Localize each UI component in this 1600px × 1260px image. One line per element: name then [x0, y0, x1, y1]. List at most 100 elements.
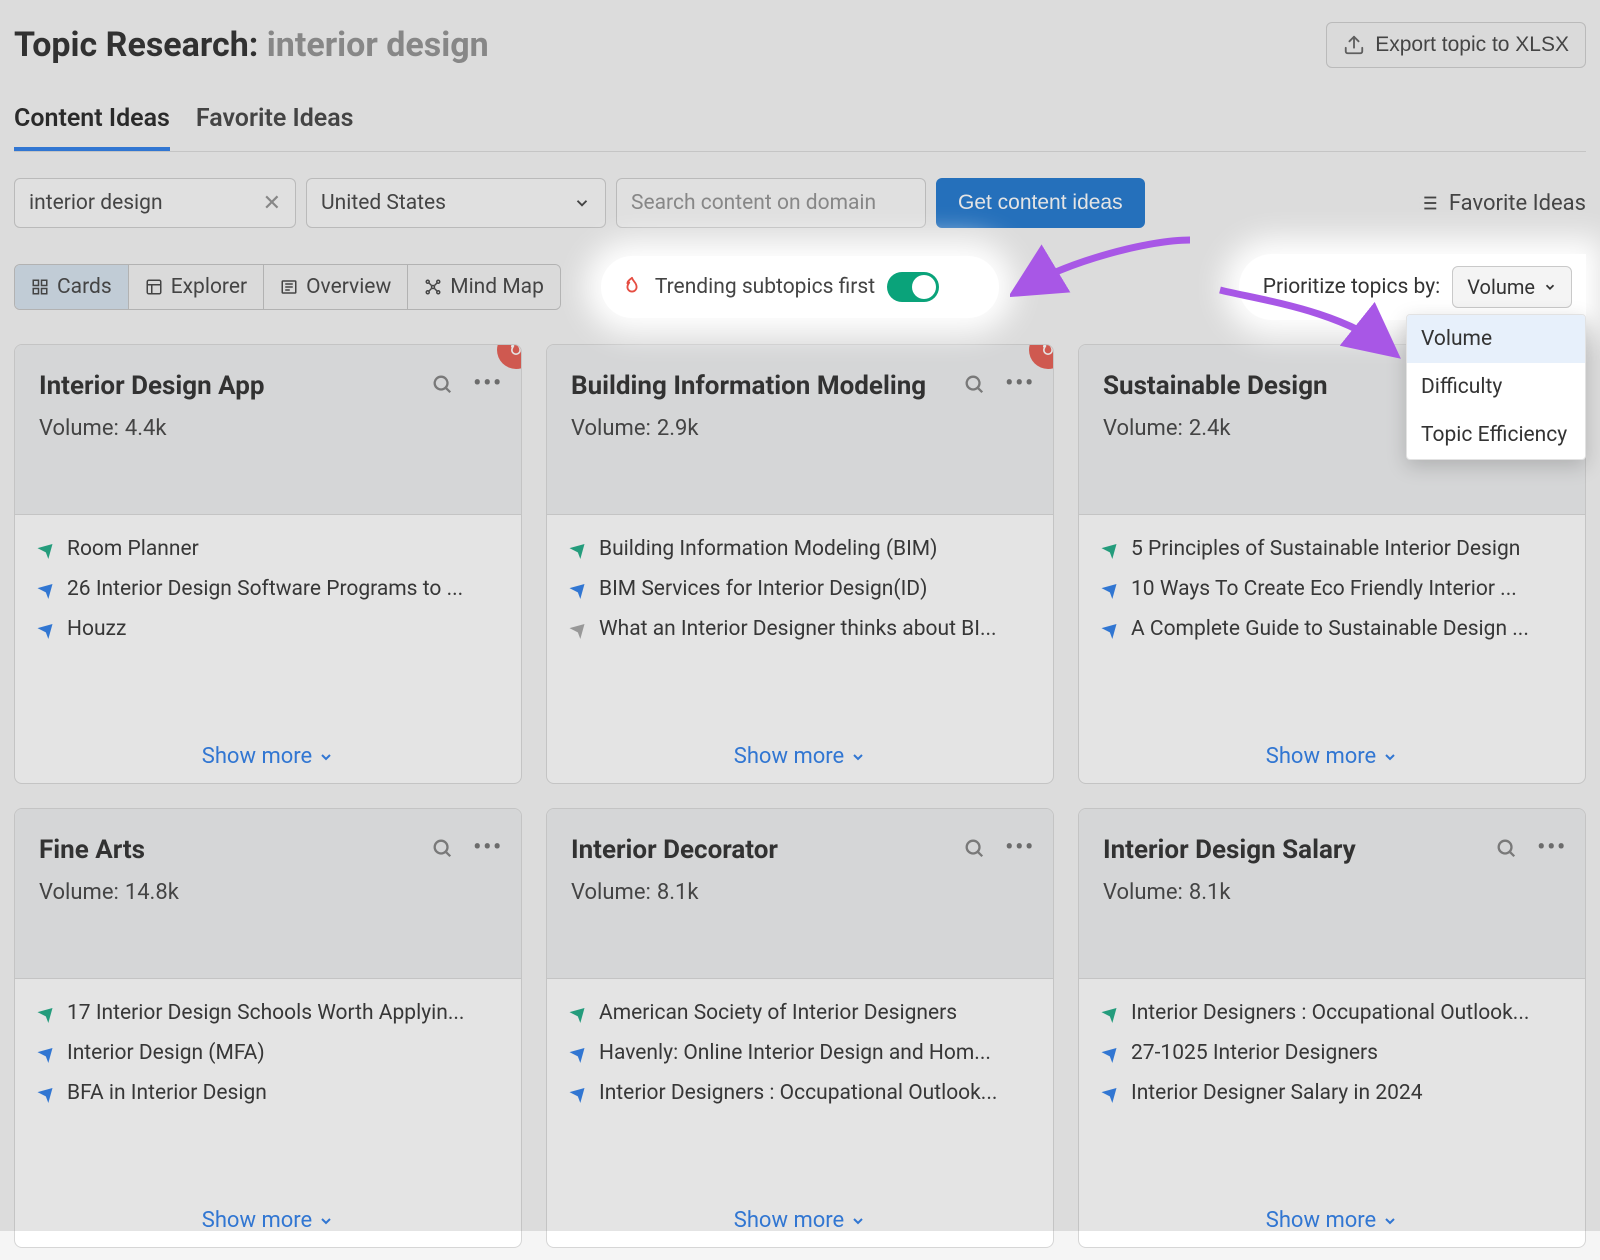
megaphone-icon: [35, 579, 55, 599]
card-item-text: Havenly: Online Interior Design and Hom.…: [599, 1041, 991, 1065]
megaphone-icon: [567, 1083, 587, 1103]
export-label: Export topic to XLSX: [1375, 33, 1569, 57]
more-icon[interactable]: •••: [1005, 835, 1035, 860]
megaphone-icon: [567, 579, 587, 599]
card-item-text: Room Planner: [67, 537, 199, 561]
dropdown-item-difficulty[interactable]: Difficulty: [1407, 363, 1585, 411]
show-more-link[interactable]: Show more: [1079, 1194, 1585, 1247]
card-item-text: 10 Ways To Create Eco Friendly Interior …: [1131, 577, 1517, 601]
view-mode-toggle: Cards Explorer Overview Mind Map: [14, 264, 561, 310]
card-item[interactable]: A Complete Guide to Sustainable Design .…: [1099, 617, 1565, 641]
card-item[interactable]: Building Information Modeling (BIM): [567, 537, 1033, 561]
card-item[interactable]: American Society of Interior Designers: [567, 1001, 1033, 1025]
title-topic: interior design: [267, 25, 489, 65]
view-explorer[interactable]: Explorer: [129, 265, 264, 309]
card-title[interactable]: Building Information Modeling: [571, 369, 926, 404]
card-volume: Volume:2.9k: [571, 416, 1029, 441]
favorite-link-label: Favorite Ideas: [1449, 191, 1586, 216]
main-tabs: Content Ideas Favorite Ideas: [14, 104, 1586, 152]
card-title[interactable]: Interior Design Salary: [1103, 833, 1356, 868]
chevron-down-icon: [573, 194, 591, 212]
tab-favorite-ideas[interactable]: Favorite Ideas: [196, 104, 354, 151]
more-icon[interactable]: •••: [1005, 371, 1035, 396]
card-item-text: Houzz: [67, 617, 126, 641]
clear-icon[interactable]: ✕: [263, 191, 281, 216]
prioritize-wrap: Prioritize topics by: Volume Volume Diff…: [1239, 254, 1586, 320]
megaphone-icon: [35, 1083, 55, 1103]
keyword-input[interactable]: interior design ✕: [14, 178, 296, 228]
keyword-value: interior design: [29, 191, 163, 215]
search-icon[interactable]: [431, 373, 453, 395]
card-item[interactable]: Interior Design (MFA): [35, 1041, 501, 1065]
favorite-ideas-link[interactable]: Favorite Ideas: [1417, 191, 1586, 216]
card-title[interactable]: Sustainable Design: [1103, 369, 1328, 404]
explorer-icon: [145, 278, 163, 296]
megaphone-icon: [35, 1003, 55, 1023]
trending-toggle[interactable]: [887, 272, 939, 302]
card-title[interactable]: Interior Decorator: [571, 833, 778, 868]
card-item[interactable]: Interior Designers : Occupational Outloo…: [567, 1081, 1033, 1105]
card-item[interactable]: Havenly: Online Interior Design and Hom.…: [567, 1041, 1033, 1065]
more-icon[interactable]: •••: [1537, 835, 1567, 860]
megaphone-icon: [567, 1003, 587, 1023]
card-item[interactable]: Interior Designers : Occupational Outloo…: [1099, 1001, 1565, 1025]
domain-placeholder: Search content on domain: [631, 191, 876, 215]
card-item[interactable]: What an Interior Designer thinks about B…: [567, 617, 1033, 641]
show-more-link[interactable]: Show more: [1079, 730, 1585, 783]
card-item[interactable]: BIM Services for Interior Design(ID): [567, 577, 1033, 601]
card-item-text: Interior Design (MFA): [67, 1041, 265, 1065]
view-mindmap[interactable]: Mind Map: [408, 265, 560, 309]
card-item[interactable]: BFA in Interior Design: [35, 1081, 501, 1105]
card-item[interactable]: Room Planner: [35, 537, 501, 561]
view-cards[interactable]: Cards: [15, 265, 129, 309]
domain-search-input[interactable]: Search content on domain: [616, 178, 926, 228]
card-item-text: Building Information Modeling (BIM): [599, 537, 937, 561]
search-icon[interactable]: [963, 373, 985, 395]
card-title[interactable]: Fine Arts: [39, 833, 145, 868]
dropdown-item-volume[interactable]: Volume: [1407, 315, 1585, 363]
view-overview[interactable]: Overview: [264, 265, 408, 309]
search-icon[interactable]: [431, 837, 453, 859]
card-items: Building Information Modeling (BIM) BIM …: [547, 515, 1053, 730]
megaphone-icon: [1099, 1003, 1119, 1023]
megaphone-icon: [35, 619, 55, 639]
card-header: Interior Design App ••• Volume:4.4k: [15, 345, 521, 515]
card-items: 17 Interior Design Schools Worth Applyin…: [15, 979, 521, 1194]
fire-icon: [621, 276, 643, 298]
tab-content-ideas[interactable]: Content Ideas: [14, 104, 170, 151]
card-item[interactable]: 17 Interior Design Schools Worth Applyin…: [35, 1001, 501, 1025]
card-items: Room Planner 26 Interior Design Software…: [15, 515, 521, 730]
show-more-link[interactable]: Show more: [15, 1194, 521, 1247]
card-item[interactable]: 5 Principles of Sustainable Interior Des…: [1099, 537, 1565, 561]
export-button[interactable]: Export topic to XLSX: [1326, 22, 1586, 68]
show-more-link[interactable]: Show more: [15, 730, 521, 783]
more-icon[interactable]: •••: [473, 835, 503, 860]
get-content-ideas-button[interactable]: Get content ideas: [936, 178, 1145, 228]
upload-icon: [1343, 34, 1365, 56]
card-item-text: 5 Principles of Sustainable Interior Des…: [1131, 537, 1520, 561]
country-select[interactable]: United States: [306, 178, 606, 228]
card-volume: Volume:14.8k: [39, 880, 497, 905]
card-item[interactable]: 27-1025 Interior Designers: [1099, 1041, 1565, 1065]
show-more-link[interactable]: Show more: [547, 1194, 1053, 1247]
topic-card: Building Information Modeling ••• Volume…: [546, 344, 1054, 784]
card-item[interactable]: 10 Ways To Create Eco Friendly Interior …: [1099, 577, 1565, 601]
card-item[interactable]: 26 Interior Design Software Programs to …: [35, 577, 501, 601]
search-icon[interactable]: [963, 837, 985, 859]
card-item-text: Interior Designers : Occupational Outloo…: [599, 1081, 997, 1105]
megaphone-icon: [1099, 1083, 1119, 1103]
prioritize-select[interactable]: Volume: [1452, 266, 1572, 308]
title-prefix: Topic Research:: [14, 25, 267, 65]
card-header: Fine Arts ••• Volume:14.8k: [15, 809, 521, 979]
card-title[interactable]: Interior Design App: [39, 369, 264, 404]
show-more-link[interactable]: Show more: [547, 730, 1053, 783]
more-icon[interactable]: •••: [473, 371, 503, 396]
page-title: Topic Research: interior design: [14, 25, 489, 65]
card-header: Interior Design Salary ••• Volume:8.1k: [1079, 809, 1585, 979]
search-icon[interactable]: [1495, 837, 1517, 859]
card-item[interactable]: Interior Designer Salary in 2024: [1099, 1081, 1565, 1105]
card-item[interactable]: Houzz: [35, 617, 501, 641]
topic-card: Interior Design App ••• Volume:4.4k Room…: [14, 344, 522, 784]
dropdown-item-topic-efficiency[interactable]: Topic Efficiency: [1407, 411, 1585, 459]
trending-toggle-wrap: Trending subtopics first: [601, 256, 999, 318]
